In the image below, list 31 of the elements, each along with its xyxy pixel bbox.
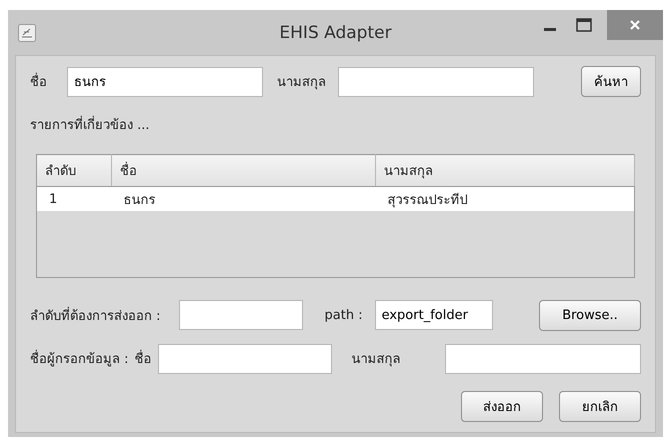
export-order-field[interactable] [178,300,303,330]
recorder-last-name-field[interactable] [445,344,641,374]
last-name-field[interactable] [338,66,534,96]
recorder-first-name-field[interactable] [158,344,332,374]
path-field[interactable]: export_folder [374,300,493,330]
export-order-label: ลำดับที่ต้องการส่งออก : [30,306,161,326]
column-header[interactable]: นามสกุล [376,154,634,187]
dialog-button[interactable]: ยกเลิก [559,390,641,422]
window-title: EHIS Adapter [279,22,392,42]
table-cell: 1 [36,186,112,212]
search-button[interactable]: ค้นหา [581,66,641,97]
first-name-field[interactable]: ธนกร [67,66,263,96]
dialog-button[interactable]: ส่งออก [461,390,543,422]
column-header[interactable]: ชื่อ [112,154,376,187]
table-cell: สุวรรณประทีป [376,186,634,212]
close-icon [629,19,641,31]
browse-button[interactable]: Browse.. [539,300,641,331]
maximize-icon [576,18,592,32]
close-button[interactable] [607,10,663,40]
recorder-last-name-label: นามสกุล [352,351,401,370]
recorder-label: ชื่อผู้กรอกข้อมูล : [30,348,129,370]
column-header[interactable]: ลำดับ [36,154,112,187]
recorder-first-name-label: ชื่อ [134,348,152,370]
table-cell: ธนกร [112,186,376,212]
results-label: รายการที่เกี่ยวข้อง ... [30,114,641,136]
minimize-icon [544,28,556,30]
app-icon [18,24,36,42]
first-name-label: ชื่อ [30,71,47,92]
table-row[interactable]: 1 ธนกร สุวรรณประทีป [36,186,634,212]
last-name-label: นามสกุล [277,74,326,92]
path-label: path : [324,308,363,323]
